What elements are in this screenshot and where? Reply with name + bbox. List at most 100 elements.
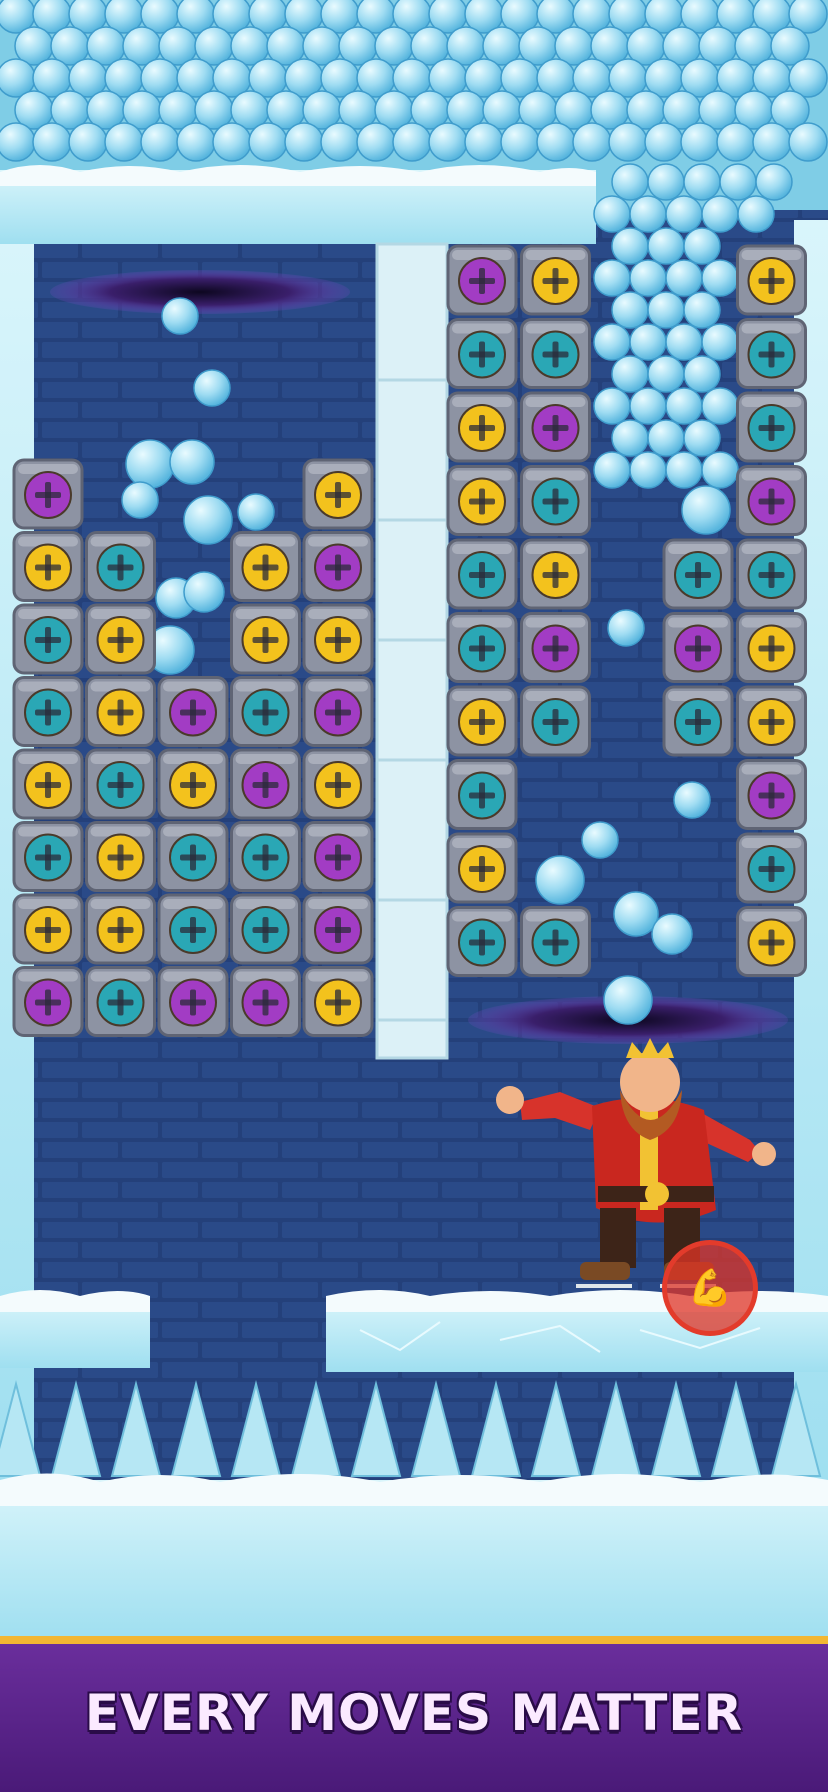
screw-block[interactable] xyxy=(157,676,229,747)
screw-block[interactable] xyxy=(446,538,518,610)
screw-block[interactable] xyxy=(736,318,807,389)
screw-block[interactable] xyxy=(85,676,156,747)
yellow-screw-icon[interactable] xyxy=(747,918,796,967)
purple-screw-icon[interactable] xyxy=(314,688,362,737)
screw-block[interactable] xyxy=(85,893,156,965)
screw-block[interactable] xyxy=(230,603,301,675)
screw-block[interactable] xyxy=(157,748,229,820)
yellow-screw-icon[interactable] xyxy=(458,845,506,893)
yellow-screw-icon[interactable] xyxy=(314,616,362,664)
screw-block[interactable] xyxy=(302,531,374,602)
yellow-screw-icon[interactable] xyxy=(241,616,290,664)
screw-block[interactable] xyxy=(230,966,301,1037)
yellow-screw-icon[interactable] xyxy=(458,477,506,526)
screw-block[interactable] xyxy=(446,391,518,463)
purple-screw-icon[interactable] xyxy=(24,471,72,519)
screw-block[interactable] xyxy=(446,832,518,904)
screw-block[interactable] xyxy=(85,966,156,1037)
screw-block[interactable] xyxy=(520,906,591,977)
screw-block[interactable] xyxy=(520,685,591,757)
purple-screw-icon[interactable] xyxy=(531,624,580,673)
teal-screw-icon[interactable] xyxy=(169,906,217,954)
screw-block[interactable] xyxy=(736,685,807,757)
teal-screw-icon[interactable] xyxy=(458,771,506,820)
screw-block[interactable] xyxy=(736,244,807,316)
screw-block[interactable] xyxy=(736,465,807,536)
yellow-screw-icon[interactable] xyxy=(241,543,290,592)
teal-screw-icon[interactable] xyxy=(674,551,722,599)
screw-block[interactable] xyxy=(302,676,374,747)
yellow-screw-icon[interactable] xyxy=(96,906,145,954)
purple-screw-icon[interactable] xyxy=(531,404,580,452)
teal-screw-icon[interactable] xyxy=(169,833,217,882)
screw-block[interactable] xyxy=(520,465,591,536)
purple-screw-icon[interactable] xyxy=(241,978,290,1027)
purple-screw-icon[interactable] xyxy=(747,771,796,820)
yellow-screw-icon[interactable] xyxy=(531,257,580,305)
teal-screw-icon[interactable] xyxy=(531,330,580,379)
yellow-screw-icon[interactable] xyxy=(96,833,145,882)
screw-block[interactable] xyxy=(230,676,301,747)
yellow-screw-icon[interactable] xyxy=(314,471,362,519)
yellow-screw-icon[interactable] xyxy=(169,761,217,809)
teal-screw-icon[interactable] xyxy=(674,698,722,746)
teal-screw-icon[interactable] xyxy=(96,761,145,809)
screw-block[interactable] xyxy=(736,538,807,610)
purple-screw-icon[interactable] xyxy=(169,688,217,737)
yellow-screw-icon[interactable] xyxy=(96,616,145,664)
teal-screw-icon[interactable] xyxy=(96,543,145,592)
teal-screw-icon[interactable] xyxy=(24,688,72,737)
screw-block[interactable] xyxy=(736,391,807,463)
screw-block[interactable] xyxy=(520,391,591,463)
teal-screw-icon[interactable] xyxy=(458,624,506,673)
screw-block[interactable] xyxy=(85,821,156,892)
screw-block[interactable] xyxy=(302,893,374,965)
screw-block[interactable] xyxy=(302,748,374,820)
screw-block[interactable] xyxy=(12,748,84,820)
screw-block[interactable] xyxy=(230,821,301,892)
screw-block[interactable] xyxy=(736,832,807,904)
yellow-screw-icon[interactable] xyxy=(314,761,362,809)
screw-block[interactable] xyxy=(157,966,229,1037)
teal-screw-icon[interactable] xyxy=(747,330,796,379)
screw-block[interactable] xyxy=(12,821,84,892)
teal-screw-icon[interactable] xyxy=(96,978,145,1027)
yellow-screw-icon[interactable] xyxy=(24,761,72,809)
teal-screw-icon[interactable] xyxy=(241,688,290,737)
screw-block[interactable] xyxy=(85,748,156,820)
screw-block[interactable] xyxy=(157,821,229,892)
screw-block[interactable] xyxy=(736,906,807,977)
yellow-screw-icon[interactable] xyxy=(24,906,72,954)
teal-screw-icon[interactable] xyxy=(747,551,796,599)
screw-block[interactable] xyxy=(12,966,84,1037)
teal-screw-icon[interactable] xyxy=(458,918,506,967)
screw-block[interactable] xyxy=(302,966,374,1037)
yellow-screw-icon[interactable] xyxy=(314,978,362,1027)
screw-block[interactable] xyxy=(662,538,734,610)
yellow-screw-icon[interactable] xyxy=(531,551,580,599)
screw-block[interactable] xyxy=(662,685,734,757)
purple-screw-icon[interactable] xyxy=(314,543,362,592)
screw-block[interactable] xyxy=(302,603,374,675)
screw-block[interactable] xyxy=(662,612,734,683)
screw-block[interactable] xyxy=(85,603,156,675)
screw-block[interactable] xyxy=(446,244,518,316)
screw-block[interactable] xyxy=(302,458,374,530)
yellow-screw-icon[interactable] xyxy=(96,688,145,737)
screw-block[interactable] xyxy=(230,531,301,602)
screw-block[interactable] xyxy=(157,893,229,965)
screw-block[interactable] xyxy=(520,318,591,389)
teal-screw-icon[interactable] xyxy=(458,330,506,379)
teal-screw-icon[interactable] xyxy=(241,833,290,882)
yellow-screw-icon[interactable] xyxy=(24,543,72,592)
screw-block[interactable] xyxy=(12,458,84,530)
teal-screw-icon[interactable] xyxy=(531,477,580,526)
screw-block[interactable] xyxy=(520,244,591,316)
yellow-screw-icon[interactable] xyxy=(458,404,506,452)
screw-block[interactable] xyxy=(12,676,84,747)
teal-screw-icon[interactable] xyxy=(531,918,580,967)
purple-screw-icon[interactable] xyxy=(458,257,506,305)
screw-block[interactable] xyxy=(446,685,518,757)
screw-block[interactable] xyxy=(446,612,518,683)
yellow-screw-icon[interactable] xyxy=(747,624,796,673)
